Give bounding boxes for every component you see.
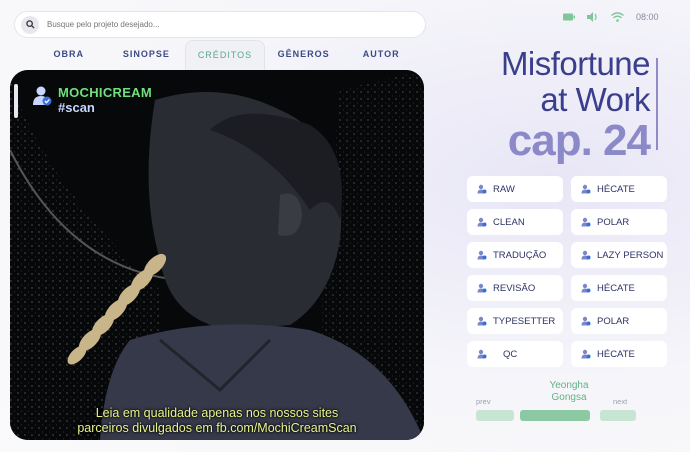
search-input[interactable] [47, 20, 407, 29]
tab-creditos[interactable]: CRÉDITOS [185, 40, 265, 70]
role-label: QC [503, 348, 518, 360]
credit-row: TRADUÇÃO LAZY PERSON [467, 242, 667, 268]
member-label: POLAR [597, 315, 630, 327]
prev-label: prev [476, 397, 491, 406]
volume-icon [587, 12, 599, 22]
member-icon [581, 217, 591, 227]
role-pill: RAW [467, 176, 563, 202]
current-project-line-1: Yeongha [549, 380, 589, 391]
title-line-2: at Work [540, 81, 650, 118]
member-label: HÉCATE [597, 183, 635, 195]
member-icon [581, 184, 591, 194]
member-label: POLAR [597, 216, 630, 228]
wifi-icon [611, 12, 624, 22]
credit-row: TYPESETTER POLAR [467, 308, 667, 334]
role-label: TYPESETTER [493, 315, 556, 327]
panel-accent-bar [14, 84, 18, 118]
member-pill: POLAR [571, 209, 667, 235]
member-label: HÉCATE [597, 348, 635, 360]
notice-text: Leia em qualidade apenas nos nossos site… [10, 406, 424, 436]
battery-icon [563, 13, 575, 21]
clock-time: 08:00 [636, 12, 659, 22]
next-button[interactable] [600, 410, 636, 421]
current-project-line-2: Gongsa [551, 392, 587, 403]
role-label: REVISÃO [493, 282, 536, 294]
role-label: CLEAN [493, 216, 525, 228]
member-label: LAZY PERSON [597, 249, 664, 261]
search-icon[interactable] [21, 15, 39, 34]
credit-row: RAW HÉCATE [467, 176, 667, 202]
search-bar[interactable] [14, 11, 426, 38]
role-pill: CLEAN [467, 209, 563, 235]
next-label: next [613, 397, 628, 406]
credit-row: CLEAN POLAR [467, 209, 667, 235]
role-icon [477, 250, 487, 260]
scan-brand: MOCHICREAM #scan [32, 85, 152, 115]
member-pill: POLAR [571, 308, 667, 334]
title-line-1: Misfortune [500, 45, 651, 82]
prev-button[interactable] [476, 410, 514, 421]
member-icon [581, 283, 591, 293]
role-icon [477, 349, 487, 359]
role-icon [477, 283, 487, 293]
member-icon [581, 316, 591, 326]
brand-name: MOCHICREAM [58, 85, 152, 100]
member-pill: LAZY PERSON [571, 242, 667, 268]
credit-row: REVISÃO HÉCATE [467, 275, 667, 301]
series-title: Misfortune at Work cap. 24 [500, 45, 651, 165]
credits-list: RAW HÉCATE CLEAN POLAR TRADUÇÃO LAZY PER… [467, 176, 667, 374]
member-icon [581, 250, 591, 260]
role-pill: TYPESETTER [467, 308, 563, 334]
member-pill: HÉCATE [571, 341, 667, 367]
brand-tag: #scan [58, 100, 95, 115]
tab-autor[interactable]: AUTOR [342, 40, 420, 70]
cover-panel: MOCHICREAM #scan Leia em qualidade apena… [10, 70, 424, 440]
member-pill: HÉCATE [571, 275, 667, 301]
tab-generos[interactable]: GÊNEROS [265, 40, 343, 70]
current-button[interactable] [520, 410, 590, 421]
role-pill: TRADUÇÃO [467, 242, 563, 268]
status-bar: 08:00 [563, 12, 659, 22]
role-icon [477, 184, 487, 194]
tab-bar: OBRA SINOPSE CRÉDITOS GÊNEROS AUTOR [30, 40, 420, 70]
title-divider [656, 58, 658, 150]
role-icon [477, 217, 487, 227]
notice-line-1: Leia em qualidade apenas nos nossos site… [95, 406, 339, 420]
user-check-icon [32, 85, 52, 112]
member-label: HÉCATE [597, 282, 635, 294]
role-icon [477, 316, 487, 326]
tab-obra[interactable]: OBRA [30, 40, 108, 70]
role-pill: REVISÃO [467, 275, 563, 301]
tab-sinopse[interactable]: SINOPSE [108, 40, 186, 70]
role-label: TRADUÇÃO [493, 249, 547, 261]
member-pill: HÉCATE [571, 176, 667, 202]
credit-row: QC HÉCATE [467, 341, 667, 367]
manga-artwork [10, 70, 424, 440]
role-pill: QC [467, 341, 563, 367]
role-label: RAW [493, 183, 515, 195]
chapter-label: cap. 24 [507, 116, 651, 165]
notice-line-2: parceiros divulgados em fb.com/MochiCrea… [77, 421, 357, 435]
current-project-label: Yeongha Gongsa [524, 380, 614, 404]
member-icon [581, 349, 591, 359]
